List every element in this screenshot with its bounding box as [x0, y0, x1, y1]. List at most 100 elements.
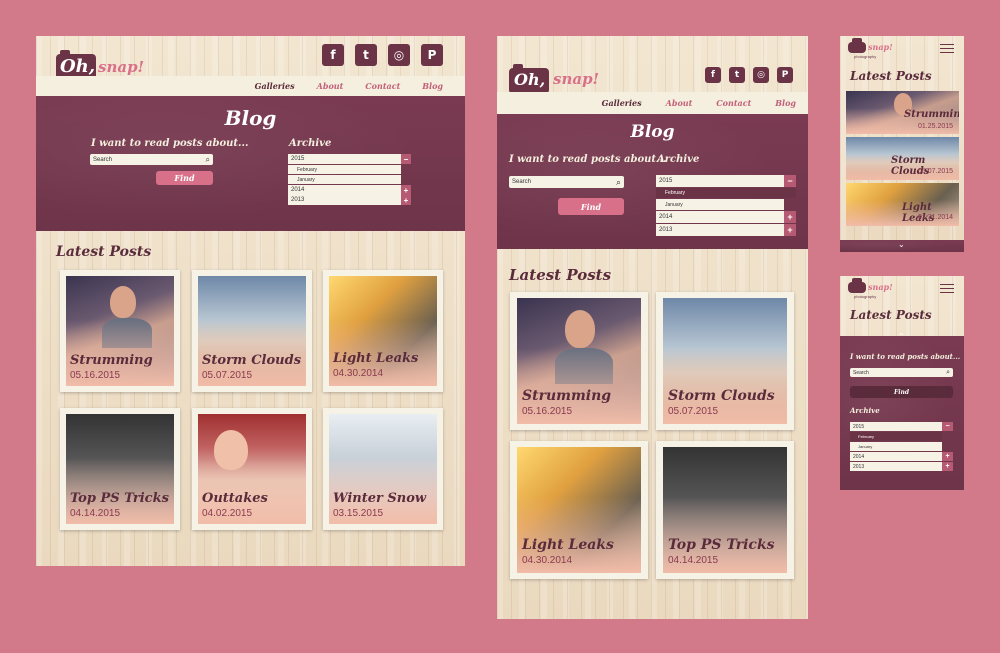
post-card[interactable]: Top PS Tricks 04.14.2015 — [60, 408, 180, 530]
search-placeholder: Search — [853, 369, 869, 376]
archive-expand-2014[interactable]: + — [401, 185, 411, 195]
post-date: 04.30.2014 — [522, 555, 573, 566]
pinterest-icon[interactable]: P — [421, 44, 443, 66]
mobile-post-strumming[interactable]: Strumming 01.25.2015 — [846, 91, 959, 134]
desktop-frame: Oh, snap! photography f t ◎ P Galleries … — [36, 36, 465, 566]
instagram-icon[interactable]: ◎ — [388, 44, 410, 66]
archive-label: Archive — [850, 406, 880, 415]
post-card[interactable]: Strumming 05.16.2015 — [60, 270, 180, 392]
twitter-icon[interactable]: t — [355, 44, 377, 66]
logo-snap: snap! — [553, 70, 600, 88]
archive-expand-2014[interactable]: + — [942, 452, 953, 461]
archive-expand-2013[interactable]: + — [784, 224, 796, 236]
post-card[interactable]: Light Leaks 04.30.2014 — [510, 441, 648, 579]
archive-year-2014[interactable]: 2014 — [288, 185, 401, 195]
search-input[interactable]: Search ⌕ — [509, 176, 624, 188]
archive-year-2013[interactable]: 2013 — [288, 195, 401, 205]
hamburger-menu-icon[interactable] — [940, 284, 954, 296]
archive-collapse-2015[interactable]: − — [784, 175, 796, 187]
nav-galleries[interactable]: Galleries — [255, 81, 295, 91]
mobile-post-storm-clouds[interactable]: Storm Clouds 05.07.2015 — [846, 137, 959, 180]
search-placeholder: Search — [512, 179, 532, 185]
nav-about[interactable]: About — [317, 81, 344, 91]
nav-galleries[interactable]: Galleries — [602, 98, 642, 108]
archive-expand-2013[interactable]: + — [401, 195, 411, 205]
archive-year-2015[interactable]: 2015 — [656, 175, 784, 187]
logo[interactable]: snap! photography — [848, 278, 908, 300]
facebook-icon[interactable]: f — [705, 67, 721, 83]
latest-posts-title: Latest Posts — [850, 69, 932, 83]
archive-month-february[interactable]: February — [656, 188, 796, 198]
archive-year-2014[interactable]: 2014 — [850, 452, 942, 461]
post-title: Top PS Tricks — [70, 491, 169, 506]
hamburger-menu-icon[interactable] — [940, 44, 954, 56]
archive-year-2013[interactable]: 2013 — [850, 462, 942, 471]
nav-about[interactable]: About — [666, 98, 693, 108]
logo-snap: snap! — [868, 42, 893, 52]
search-input[interactable]: Search ⌕ — [850, 368, 953, 377]
post-card[interactable]: Storm Clouds 05.07.2015 — [656, 292, 794, 430]
archive-collapse-2015[interactable]: − — [942, 422, 953, 431]
post-card[interactable]: Outtakes 04.02.2015 — [192, 408, 312, 530]
latest-posts-title: Latest Posts — [56, 244, 152, 260]
post-card[interactable]: Top PS Tricks 04.14.2015 — [656, 441, 794, 579]
post-card[interactable]: Light Leaks 04.30.2014 — [323, 270, 443, 392]
nav-blog[interactable]: Blog — [775, 98, 796, 108]
archive-expand-2014[interactable]: + — [784, 211, 796, 223]
post-title: Strumming — [904, 109, 959, 120]
post-date: 04.14.2015 — [70, 508, 121, 519]
find-button[interactable]: Find — [850, 386, 953, 398]
hero-panel: Blog I want to read posts about... Searc… — [497, 114, 808, 249]
search-input[interactable]: Search ⌕ — [90, 154, 213, 165]
mobile-search-toggle[interactable]: ⌄ — [840, 240, 964, 252]
post-date: 04.14.2015 — [668, 555, 719, 566]
archive-expand-2013[interactable]: + — [942, 462, 953, 471]
search-icon[interactable]: ⌕ — [946, 369, 950, 377]
facebook-icon[interactable]: f — [322, 44, 344, 66]
twitter-icon[interactable]: t — [729, 67, 745, 83]
instagram-icon[interactable]: ◎ — [753, 67, 769, 83]
archive-month-january[interactable]: January — [850, 442, 942, 451]
archive-label: Archive — [289, 138, 332, 149]
archive-month-january[interactable]: January — [656, 199, 784, 210]
archive-month-january[interactable]: January — [288, 175, 401, 184]
post-date: 05.07.2015 — [202, 370, 253, 381]
post-title: Outtakes — [202, 491, 268, 506]
person-face — [110, 286, 136, 318]
nav-blog[interactable]: Blog — [422, 81, 443, 91]
archive-year-2014[interactable]: 2014 — [656, 211, 784, 223]
post-card[interactable]: Winter Snow 03.15.2015 — [323, 408, 443, 530]
post-title: Winter Snow — [333, 491, 427, 506]
archive-month-february[interactable]: February — [850, 432, 942, 441]
archive-label: Archive — [657, 154, 700, 165]
hero-panel: Blog I want to read posts about... Searc… — [36, 96, 465, 231]
archive-year-2015[interactable]: 2015 — [850, 422, 942, 431]
nav-contact[interactable]: Contact — [716, 98, 751, 108]
post-card[interactable]: Strumming 05.16.2015 — [510, 292, 648, 430]
post-date: 01.25.2015 — [918, 123, 954, 130]
logo-subtitle: photography — [854, 54, 877, 59]
chevron-down-icon: ⌄ — [898, 240, 905, 249]
find-button[interactable]: Find — [156, 171, 213, 185]
find-button[interactable]: Find — [558, 198, 624, 215]
post-date: 05.07.2015 — [918, 168, 954, 175]
archive-collapse-2015[interactable]: − — [401, 154, 411, 164]
mobile-post-light-leaks[interactable]: Light Leaks 01.31.2014 — [846, 183, 959, 226]
chevron-up-icon[interactable]: ⌃ — [898, 332, 905, 341]
post-date: 05.16.2015 — [70, 370, 121, 381]
latest-posts-title: Latest Posts — [850, 308, 932, 322]
pinterest-icon[interactable]: P — [777, 67, 793, 83]
logo[interactable]: snap! photography — [848, 38, 908, 60]
logo-oh: Oh, — [60, 56, 96, 77]
nav-bar: Galleries About Contact Blog — [497, 92, 808, 114]
nav-contact[interactable]: Contact — [365, 81, 400, 91]
post-date: 04.30.2014 — [333, 368, 384, 379]
post-card[interactable]: Storm Clouds 05.07.2015 — [192, 270, 312, 392]
logo-subtitle: photography — [854, 294, 877, 299]
camera-icon — [848, 278, 866, 293]
search-icon[interactable]: ⌕ — [616, 177, 621, 188]
archive-month-february[interactable]: February — [288, 165, 401, 174]
archive-year-2013[interactable]: 2013 — [656, 224, 784, 236]
archive-year-2015[interactable]: 2015 — [288, 154, 401, 164]
search-icon[interactable]: ⌕ — [206, 155, 210, 165]
